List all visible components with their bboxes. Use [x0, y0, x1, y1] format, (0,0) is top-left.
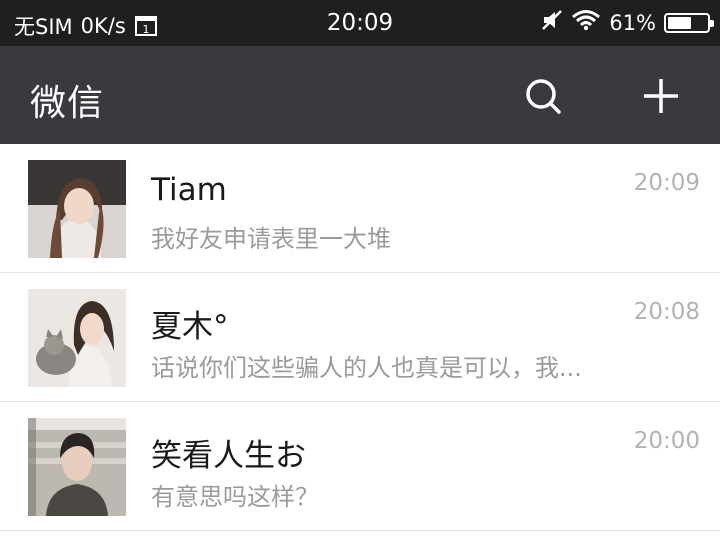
avatar[interactable] — [28, 289, 126, 387]
avatar[interactable] — [28, 418, 126, 516]
battery-icon — [664, 12, 714, 33]
app-header: 微信 — [0, 46, 720, 144]
chat-preview: 我好友申请表里一大堆 — [151, 225, 391, 253]
chat-item-xiaokan[interactable]: 笑看人生お 20:00 有意思吗这样？ — [0, 402, 720, 531]
page-title: 微信 — [30, 83, 105, 124]
chat-time: 20:00 — [633, 428, 700, 454]
status-right: 61% — [541, 9, 714, 36]
chat-name: 笑看人生お — [151, 438, 306, 474]
add-button[interactable] — [639, 74, 683, 118]
plus-icon — [644, 79, 678, 113]
battery-fill — [668, 16, 692, 29]
search-button[interactable] — [521, 74, 565, 118]
chat-time: 20:09 — [633, 170, 700, 196]
chat-preview: 有意思吗这样？ — [151, 483, 319, 511]
chat-name: Tiam — [151, 172, 227, 208]
chat-time: 20:08 — [633, 299, 700, 325]
search-icon — [526, 79, 561, 114]
chat-list: Tiam 20:09 我好友申请表里一大堆 夏木° 20:08 话说你们这些骗人… — [0, 144, 720, 531]
status-bar: 无SIM 0K/s 1 20:09 61% — [0, 0, 720, 46]
chat-item-xiamu[interactable]: 夏木° 20:08 话说你们这些骗人的人也真是可以，我... — [0, 273, 720, 402]
chat-item-tiam[interactable]: Tiam 20:09 我好友申请表里一大堆 — [0, 144, 720, 273]
battery-percent: 61% — [609, 10, 656, 35]
chat-name: 夏木° — [151, 309, 229, 345]
chat-preview: 话说你们这些骗人的人也真是可以，我... — [151, 354, 582, 382]
mute-icon — [541, 9, 563, 36]
avatar[interactable] — [28, 160, 126, 258]
wifi-icon — [571, 9, 601, 36]
